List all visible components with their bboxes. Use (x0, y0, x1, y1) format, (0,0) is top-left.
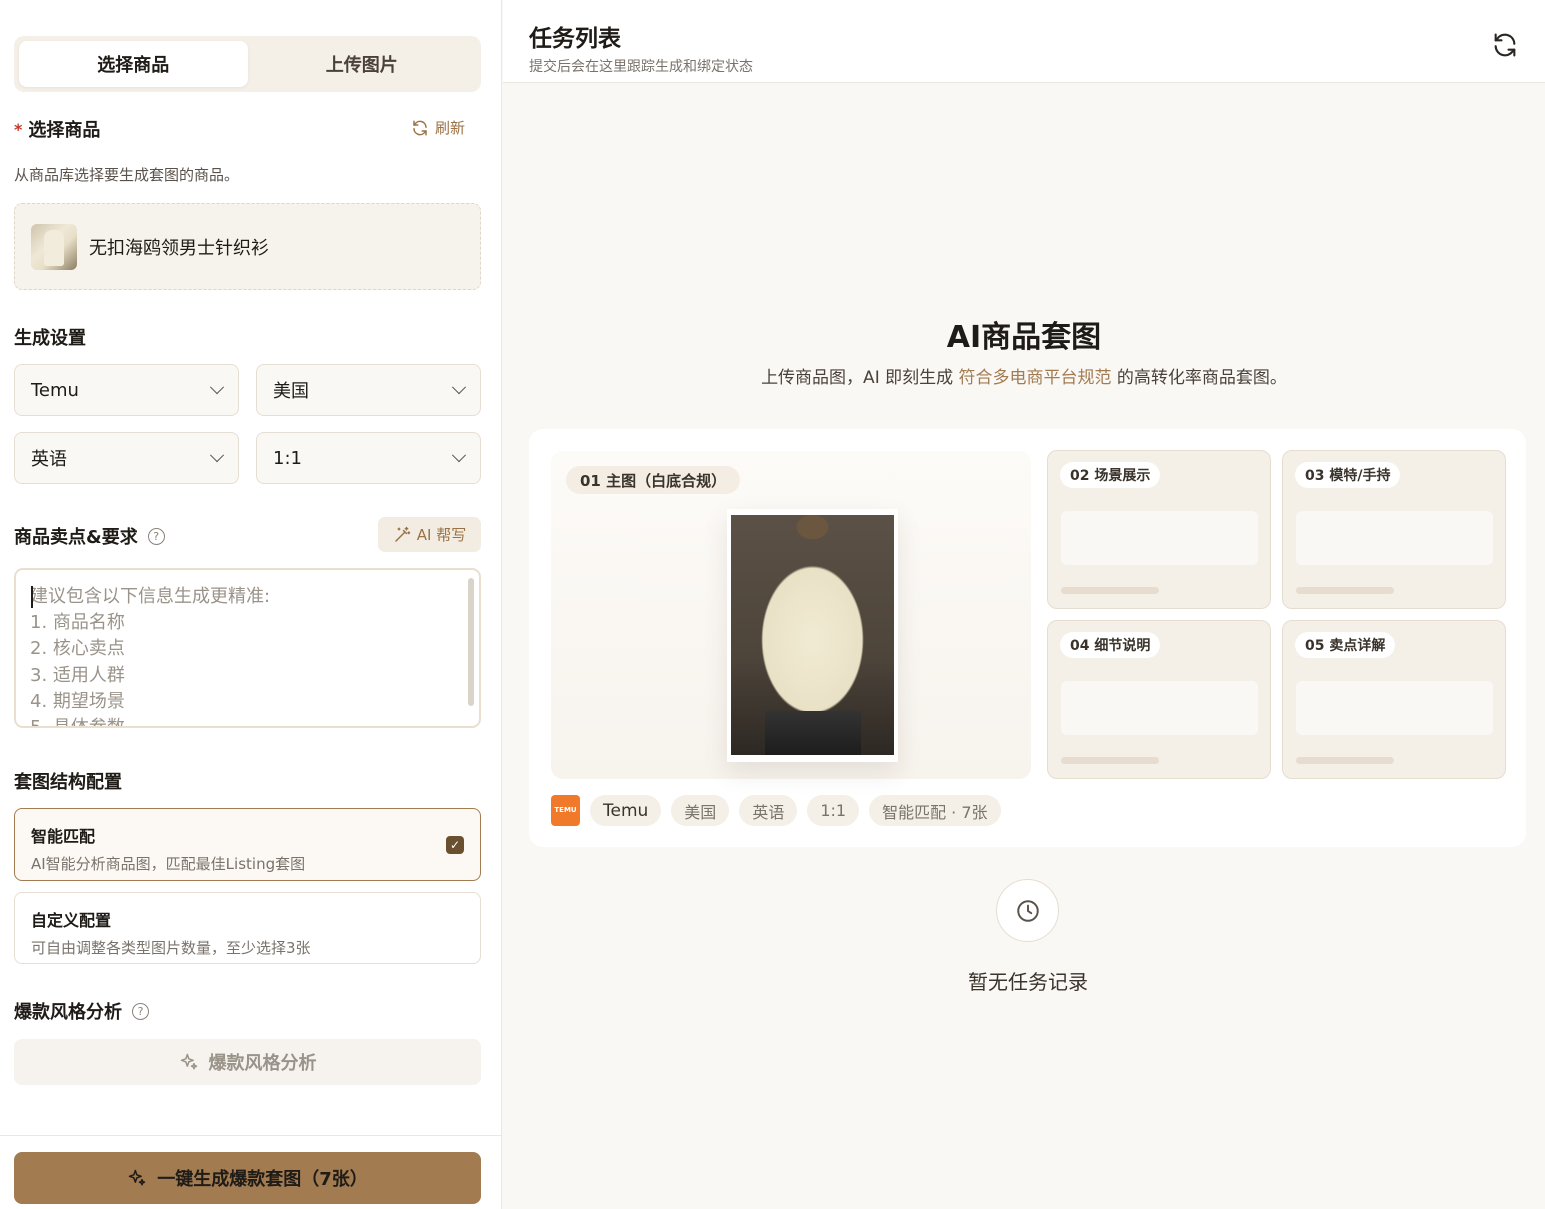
slot-bar (1296, 587, 1394, 594)
slot-bar (1296, 757, 1394, 764)
textarea-scrollbar[interactable] (468, 578, 474, 706)
hero-subtitle: 上传商品图，AI 即刻生成 符合多电商平台规范 的高转化率商品套图。 (503, 363, 1545, 388)
selling-points-textarea[interactable]: 建议包含以下信息生成更精准: 1. 商品名称 2. 核心卖点 3. 适用人群 4… (14, 568, 481, 728)
tag-mode: 智能匹配 · 7张 (869, 795, 1001, 826)
empty-state-text: 暂无任务记录 (968, 970, 1088, 994)
slot-placeholder (1061, 511, 1258, 565)
page-subtitle: 提交后会在这里跟踪生成和绑定状态 (529, 59, 753, 75)
tag-language: 英语 (739, 795, 798, 826)
page-title: 任务列表 (529, 26, 621, 52)
refresh-products-button[interactable]: 刷新 (411, 117, 465, 138)
help-icon[interactable]: ? (132, 1002, 149, 1020)
sparkle-icon (128, 1169, 146, 1186)
chevron-down-icon (209, 380, 225, 395)
structure-title: 套图结构配置 (14, 772, 122, 793)
language-select[interactable]: 英语 (14, 432, 239, 484)
slot-selling-points: 05 卖点详解 (1282, 620, 1506, 779)
ratio-value: 1:1 (273, 447, 302, 469)
product-hint: 从商品库选择要生成套图的商品。 (14, 166, 240, 184)
ai-write-label: AI 帮写 (416, 526, 467, 544)
showcase-tags: TEMU Temu 美国 英语 1:1 智能匹配 · 7张 (551, 795, 1001, 826)
required-mark: * (14, 119, 23, 139)
chevron-down-icon (451, 448, 467, 463)
product-section-label: 选择商品 (28, 120, 101, 141)
product-photo (731, 515, 894, 755)
slot-placeholder (1061, 681, 1258, 735)
hero-sub-before: 上传商品图，AI 即刻生成 (761, 368, 959, 388)
slot-placeholder (1296, 681, 1493, 735)
option-desc: AI智能分析商品图，匹配最佳Listing套图 (31, 855, 306, 873)
text-caret (31, 586, 33, 608)
custom-config-option[interactable]: 自定义配置 可自由调整各类型图片数量，至少选择3张 (14, 892, 481, 964)
slot-placeholder (1296, 511, 1493, 565)
style-analysis-label: 爆款风格分析 (14, 1002, 122, 1023)
style-analysis-button[interactable]: 爆款风格分析 (14, 1039, 481, 1085)
language-value: 英语 (31, 449, 67, 470)
showcase-card: 01 主图（白底合规） 02 场景展示 03 模特/手持 04 细节说明 05 … (529, 429, 1526, 847)
sparkle-icon (180, 1053, 197, 1070)
source-tabs: 选择商品 上传图片 (14, 36, 481, 92)
task-list-header: 任务列表 提交后会在这里跟踪生成和绑定状态 (503, 0, 1545, 83)
chevron-down-icon (451, 380, 467, 395)
generate-button[interactable]: 一键生成爆款套图（7张） (14, 1152, 481, 1204)
check-icon[interactable]: ✓ (446, 836, 464, 854)
magic-wand-icon (395, 526, 411, 542)
settings-title: 生成设置 (14, 328, 86, 349)
ai-write-button[interactable]: AI 帮写 (378, 517, 481, 552)
country-value: 美国 (273, 381, 309, 402)
slot-label: 03 模特/手持 (1295, 462, 1401, 488)
ratio-select[interactable]: 1:1 (256, 432, 481, 484)
tag-country: 美国 (671, 795, 730, 826)
empty-state-badge (996, 879, 1059, 942)
country-select[interactable]: 美国 (256, 364, 481, 416)
tab-upload-image[interactable]: 上传图片 (248, 41, 477, 87)
option-desc: 可自由调整各类型图片数量，至少选择3张 (31, 939, 311, 957)
option-title: 智能匹配 (31, 827, 96, 846)
slot-label: 02 场景展示 (1060, 462, 1161, 488)
platform-value: Temu (31, 379, 79, 401)
refresh-label: 刷新 (435, 119, 466, 137)
slot-bar (1061, 757, 1159, 764)
slot-bar (1061, 587, 1159, 594)
slot-model: 03 模特/手持 (1282, 450, 1506, 609)
main-image-area (551, 451, 1031, 779)
style-analysis-title: 爆款风格分析 ? (14, 998, 149, 1024)
slot-detail: 04 细节说明 (1047, 620, 1271, 779)
selling-points-title: 商品卖点&要求 ? (14, 523, 165, 549)
hero-sub-after: 的高转化率商品套图。 (1111, 368, 1287, 388)
style-analysis-button-label: 爆款风格分析 (208, 1053, 317, 1074)
selling-points-label: 商品卖点&要求 (14, 527, 138, 548)
generate-button-label: 一键生成爆款套图（7张） (157, 1169, 368, 1190)
main-image-label: 01 主图（白底合规） (566, 466, 741, 494)
temu-logo: TEMU (551, 795, 580, 826)
hero-title: AI商品套图 (946, 320, 1102, 355)
textarea-placeholder: 建议包含以下信息生成更精准: 1. 商品名称 2. 核心卖点 3. 适用人群 4… (30, 586, 271, 728)
clock-icon (1016, 899, 1039, 922)
tag-ratio: 1:1 (807, 795, 860, 826)
slot-label: 04 细节说明 (1060, 632, 1161, 658)
footer-divider (0, 1135, 502, 1136)
refresh-icon (413, 120, 427, 135)
product-section-title: * 选择商品 (14, 116, 100, 142)
hero-sub-highlight: 符合多电商平台规范 (958, 368, 1112, 388)
tag-platform: Temu (590, 795, 662, 826)
option-title: 自定义配置 (31, 911, 112, 930)
chevron-down-icon (209, 448, 225, 463)
selected-product-card[interactable]: 无扣海鸥领男士针织衫 (14, 203, 481, 290)
product-photo-frame (727, 509, 898, 762)
slot-label: 05 卖点详解 (1295, 632, 1396, 658)
platform-select[interactable]: Temu (14, 364, 239, 416)
left-panel: 选择商品 上传图片 * 选择商品 刷新 从商品库选择要生成套图的商品。 无扣海鸥… (0, 0, 502, 1209)
slot-scene: 02 场景展示 (1047, 450, 1271, 609)
product-name: 无扣海鸥领男士针织衫 (89, 237, 269, 259)
tab-select-product[interactable]: 选择商品 (19, 41, 248, 87)
smart-match-option[interactable]: 智能匹配 AI智能分析商品图，匹配最佳Listing套图 ✓ (14, 808, 481, 881)
product-thumbnail (31, 223, 77, 270)
help-icon[interactable]: ? (147, 527, 165, 545)
refresh-icon[interactable] (1491, 31, 1519, 59)
